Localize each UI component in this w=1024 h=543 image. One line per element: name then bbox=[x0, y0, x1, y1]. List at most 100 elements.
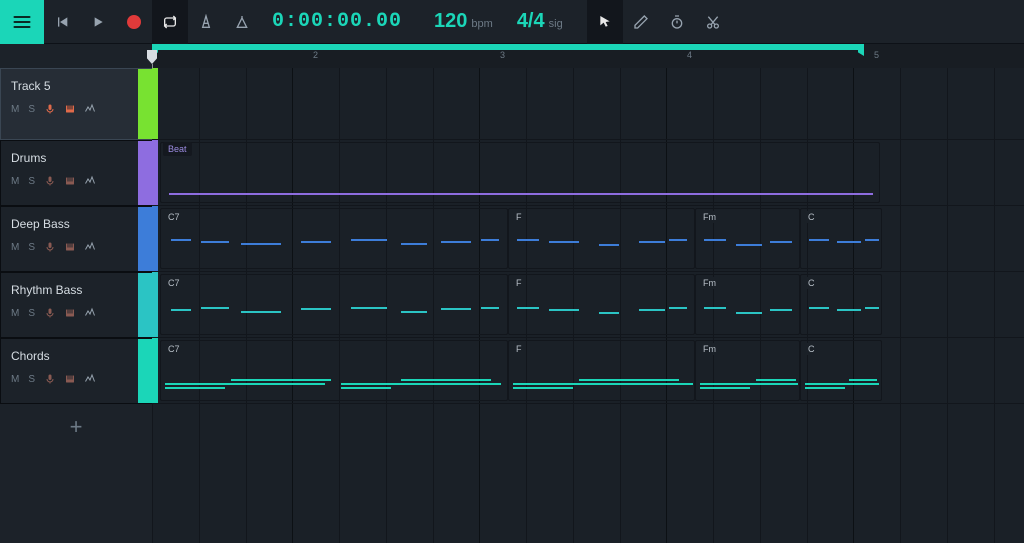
rewind-button[interactable] bbox=[44, 0, 80, 44]
track-name[interactable]: Rhythm Bass bbox=[11, 283, 142, 297]
chord-label: F bbox=[512, 211, 526, 223]
timesig-display[interactable]: 4/4sig bbox=[517, 11, 563, 33]
countdown-button[interactable] bbox=[224, 0, 260, 44]
midi-note bbox=[549, 309, 579, 311]
mic-icon[interactable] bbox=[44, 241, 56, 253]
arrangement-area[interactable]: BeatC7FFmCC7FFmCC7FFmC bbox=[152, 68, 1024, 543]
track-lane[interactable]: C7 F FmC bbox=[152, 206, 1024, 272]
automation-icon[interactable] bbox=[84, 307, 96, 319]
track-header[interactable]: Rhythm Bass MS bbox=[0, 272, 152, 338]
track-lane[interactable]: C7 F Fm C bbox=[152, 272, 1024, 338]
midi-note bbox=[736, 312, 762, 314]
midi-note bbox=[805, 383, 879, 385]
ruler-marker: 2 bbox=[313, 50, 318, 60]
solo-button[interactable]: S bbox=[28, 242, 36, 253]
chord-label: C bbox=[804, 277, 819, 289]
pointer-tool[interactable] bbox=[587, 0, 623, 44]
play-button[interactable] bbox=[80, 0, 116, 44]
stopwatch-tool[interactable] bbox=[659, 0, 695, 44]
automation-icon[interactable] bbox=[84, 175, 96, 187]
clip[interactable]: Fm bbox=[695, 340, 800, 401]
midi-note bbox=[341, 383, 501, 385]
track-name[interactable]: Track 5 bbox=[11, 79, 142, 93]
track-header[interactable]: Drums MS bbox=[0, 140, 152, 206]
chord-label: Fm bbox=[699, 343, 720, 355]
track-lane[interactable]: C7F Fm C bbox=[152, 338, 1024, 404]
track-color-strip bbox=[138, 69, 152, 139]
tempo-display[interactable]: 120bpm bbox=[434, 11, 493, 33]
pencil-tool[interactable] bbox=[623, 0, 659, 44]
loop-button[interactable] bbox=[152, 0, 188, 44]
menu-button[interactable] bbox=[0, 0, 44, 44]
clip[interactable]: C7 bbox=[160, 340, 508, 401]
midi-note bbox=[700, 383, 798, 385]
mute-button[interactable]: M bbox=[11, 104, 20, 115]
track-name[interactable]: Chords bbox=[11, 349, 142, 363]
clip[interactable]: F bbox=[508, 208, 695, 269]
solo-button[interactable]: S bbox=[28, 308, 36, 319]
clip[interactable]: F bbox=[508, 340, 695, 401]
instrument-icon[interactable] bbox=[64, 373, 76, 385]
clip[interactable]: C bbox=[800, 340, 882, 401]
record-button[interactable] bbox=[116, 0, 152, 44]
mic-icon[interactable] bbox=[44, 373, 56, 385]
automation-icon[interactable] bbox=[84, 103, 96, 115]
midi-note bbox=[341, 387, 391, 389]
midi-note bbox=[441, 308, 471, 310]
mic-icon[interactable] bbox=[44, 307, 56, 319]
automation-icon[interactable] bbox=[84, 373, 96, 385]
midi-note bbox=[599, 312, 619, 314]
clip[interactable]: C bbox=[800, 208, 882, 269]
midi-note bbox=[165, 387, 225, 389]
mute-button[interactable]: M bbox=[11, 374, 20, 385]
timesig-value: 4/4 bbox=[517, 10, 545, 32]
midi-note bbox=[599, 244, 619, 246]
track-header[interactable]: Deep Bass MS bbox=[0, 206, 152, 272]
midi-note bbox=[401, 379, 491, 381]
clip[interactable]: Fm bbox=[695, 208, 800, 269]
instrument-icon[interactable] bbox=[64, 103, 76, 115]
instrument-icon[interactable] bbox=[64, 307, 76, 319]
track-header[interactable]: Chords MS bbox=[0, 338, 152, 404]
timecode-display[interactable]: 0:00:00.00 bbox=[272, 12, 402, 32]
timeline-ruler[interactable]: 2345 bbox=[152, 44, 1024, 68]
tempo-unit: bpm bbox=[471, 18, 492, 30]
solo-button[interactable]: S bbox=[28, 374, 36, 385]
midi-note bbox=[736, 244, 762, 246]
clip[interactable]: C bbox=[800, 274, 882, 335]
mic-icon[interactable] bbox=[44, 103, 56, 115]
midi-note bbox=[481, 239, 499, 241]
midi-note bbox=[171, 309, 191, 311]
metronome-button[interactable] bbox=[188, 0, 224, 44]
chord-label: F bbox=[512, 277, 526, 289]
mute-button[interactable]: M bbox=[11, 176, 20, 187]
mute-button[interactable]: M bbox=[11, 308, 20, 319]
ruler-marker: 5 bbox=[874, 50, 879, 60]
clip[interactable]: C7 bbox=[160, 208, 508, 269]
cut-tool[interactable] bbox=[695, 0, 731, 44]
mic-icon[interactable] bbox=[44, 175, 56, 187]
add-track-button[interactable]: + bbox=[0, 404, 152, 450]
chord-label: C7 bbox=[164, 211, 184, 223]
mute-button[interactable]: M bbox=[11, 242, 20, 253]
clip[interactable]: C7 bbox=[160, 274, 508, 335]
instrument-icon[interactable] bbox=[64, 175, 76, 187]
track-header[interactable]: Track 5 MS bbox=[0, 68, 152, 140]
solo-button[interactable]: S bbox=[28, 176, 36, 187]
midi-note bbox=[201, 307, 229, 309]
loop-region[interactable] bbox=[152, 44, 864, 50]
midi-note bbox=[241, 243, 281, 245]
instrument-icon[interactable] bbox=[64, 241, 76, 253]
clip[interactable]: Beat bbox=[160, 142, 880, 203]
ruler-marker: 4 bbox=[687, 50, 692, 60]
clip[interactable]: Fm bbox=[695, 274, 800, 335]
midi-note bbox=[201, 241, 229, 243]
solo-button[interactable]: S bbox=[28, 104, 36, 115]
clip[interactable]: F bbox=[508, 274, 695, 335]
track-lane[interactable] bbox=[152, 68, 1024, 140]
automation-icon[interactable] bbox=[84, 241, 96, 253]
track-name[interactable]: Deep Bass bbox=[11, 217, 142, 231]
track-name[interactable]: Drums bbox=[11, 151, 142, 165]
midi-note bbox=[301, 241, 331, 243]
track-lane[interactable]: Beat bbox=[152, 140, 1024, 206]
